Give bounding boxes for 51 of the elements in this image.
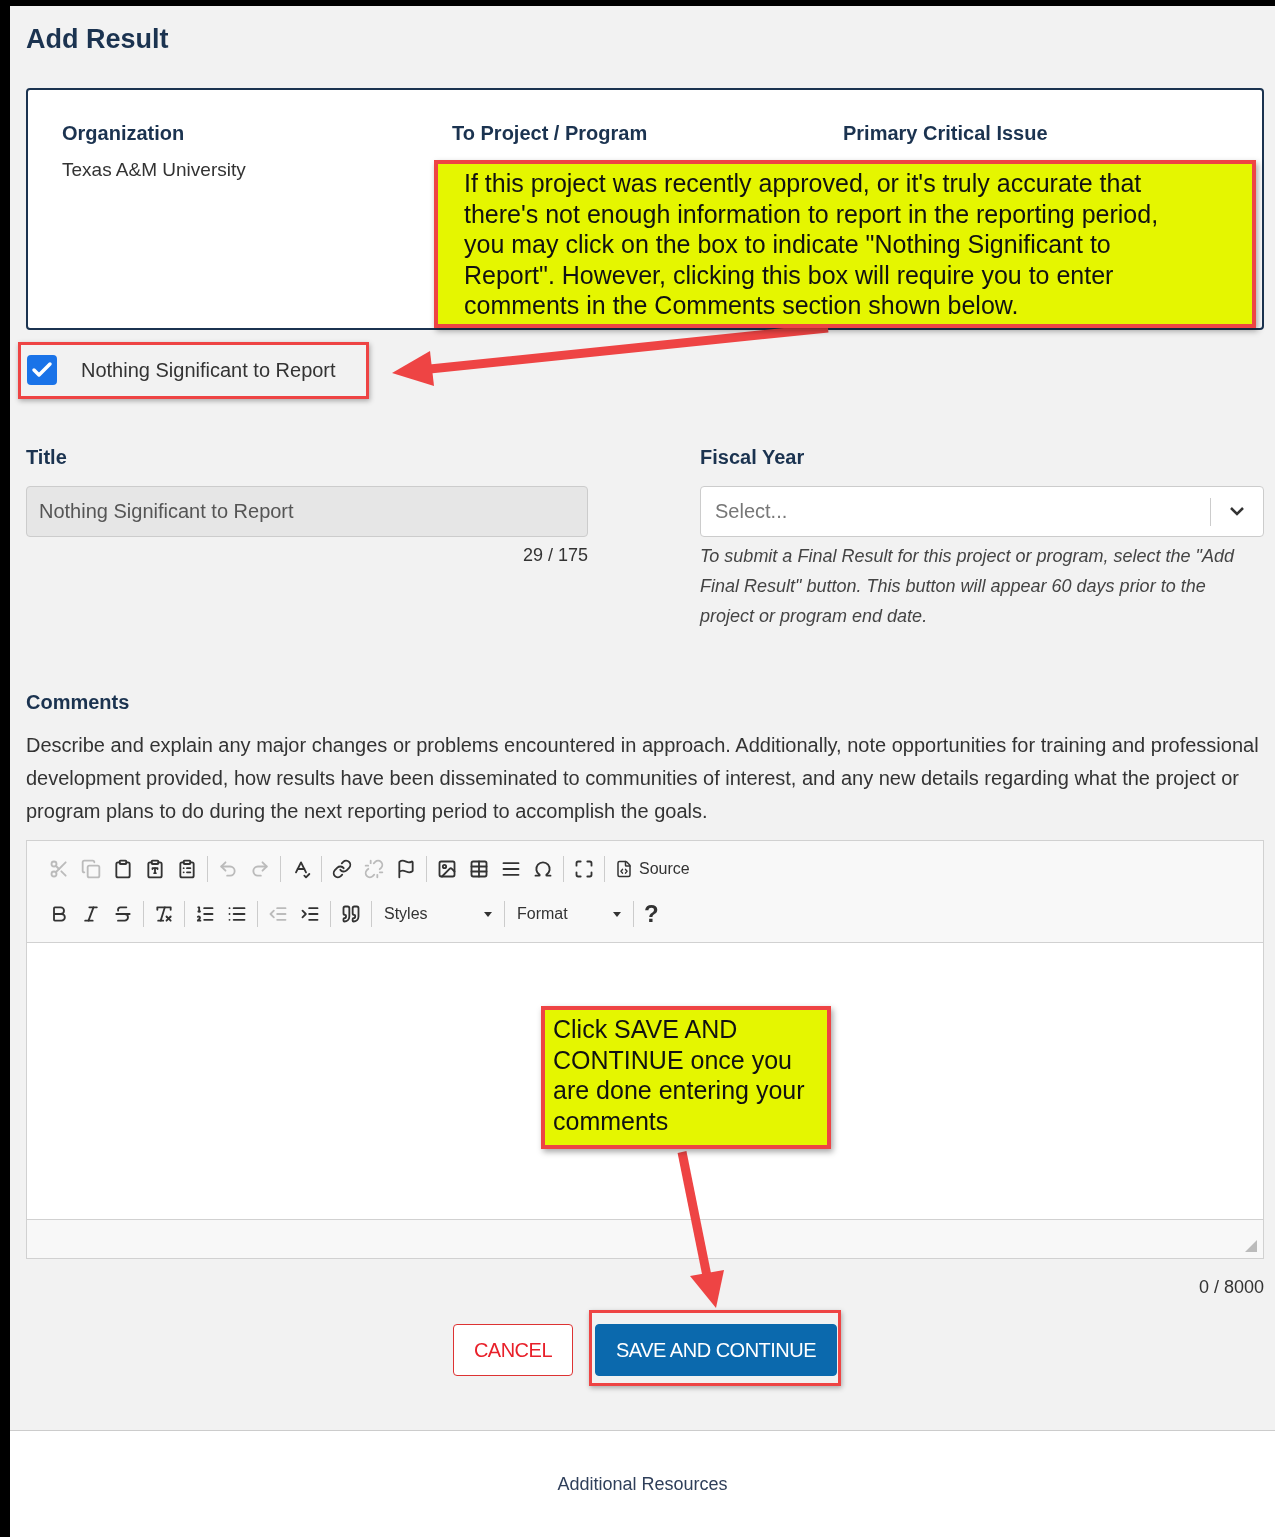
omega-icon — [533, 859, 553, 879]
strikethrough-icon — [113, 904, 133, 924]
horizontal-lines-icon — [501, 859, 521, 879]
paste-text-icon — [145, 859, 165, 879]
table-icon — [469, 859, 489, 879]
column-heading: Primary Critical Issue — [843, 122, 1049, 145]
cancel-button[interactable]: CANCEL — [452, 1324, 574, 1376]
page-title: Add Result — [26, 23, 170, 56]
hint-text: To submit a Final Result for this project or program, select the "Add Final Result" button. This button will appear 60 days prior to the project or program end date. — [700, 545, 1236, 628]
numbered-list-icon — [195, 904, 215, 924]
cut-icon — [49, 859, 69, 879]
indent-icon — [300, 904, 320, 924]
character-counter: 0 / 8000 — [1197, 1277, 1264, 1298]
column-heading: To Project / Program — [452, 122, 649, 145]
image-icon — [437, 859, 457, 879]
comments-description: Describe and explain any major changes or problems encountered in approach. Additionally, note opportunities for training and professional development provided, how results have been disseminated to communities of interest, and any new details regarding what the project or program plans to do during the next reporting period to accomplish the goals. — [26, 733, 1260, 824]
outdent-icon — [268, 904, 288, 924]
caret-icon — [613, 911, 621, 917]
resize-handle-icon[interactable] — [1245, 1240, 1257, 1252]
save-button[interactable]: SAVE AND CONTINUE — [595, 1324, 838, 1376]
column-heading: Organization — [62, 122, 186, 145]
checkbox[interactable] — [27, 355, 57, 385]
undo-icon — [218, 859, 238, 879]
remove-format-icon — [154, 904, 174, 924]
annotation-callout: Click SAVE AND CONTINUE once you are done entering your comments — [541, 1006, 831, 1149]
flag-icon — [396, 859, 416, 879]
field-label: Title — [26, 446, 68, 470]
paste-icon — [113, 859, 133, 879]
footer-link[interactable]: Additional Resources — [557, 1473, 728, 1495]
toolbar-dropdown[interactable]: Format — [509, 899, 629, 929]
field-label: Comments — [26, 691, 131, 715]
maximize-icon — [574, 859, 594, 879]
link-icon — [332, 859, 352, 879]
bullet-list-icon — [227, 904, 247, 924]
source-button[interactable]: Source — [609, 854, 696, 884]
unlink-icon — [364, 859, 384, 879]
character-counter: 29 / 175 — [521, 545, 588, 566]
caret-icon — [484, 911, 492, 917]
source-icon — [615, 860, 633, 878]
redo-icon — [250, 859, 270, 879]
quote-icon — [341, 904, 361, 924]
help-button[interactable]: ? — [638, 899, 665, 929]
copy-icon — [81, 859, 101, 879]
column-value: Texas A&M University — [62, 159, 247, 181]
toolbar-dropdown[interactable]: Styles — [376, 899, 500, 929]
field-label: Fiscal Year — [700, 446, 806, 470]
checkbox-label: Nothing Significant to Report — [81, 358, 336, 382]
chevron-down-icon — [1230, 507, 1244, 516]
fiscal-year-select[interactable]: Select... — [700, 486, 1264, 537]
annotation-callout: If this project was recently approved, or it's truly accurate that there's not enough information to report in the reporting period, you may click on the box to indicate "Nothing Significant to Report". However, clicking this box will require you to enter comments in the Comments section shown below. — [434, 160, 1256, 328]
italic-icon — [81, 904, 101, 924]
